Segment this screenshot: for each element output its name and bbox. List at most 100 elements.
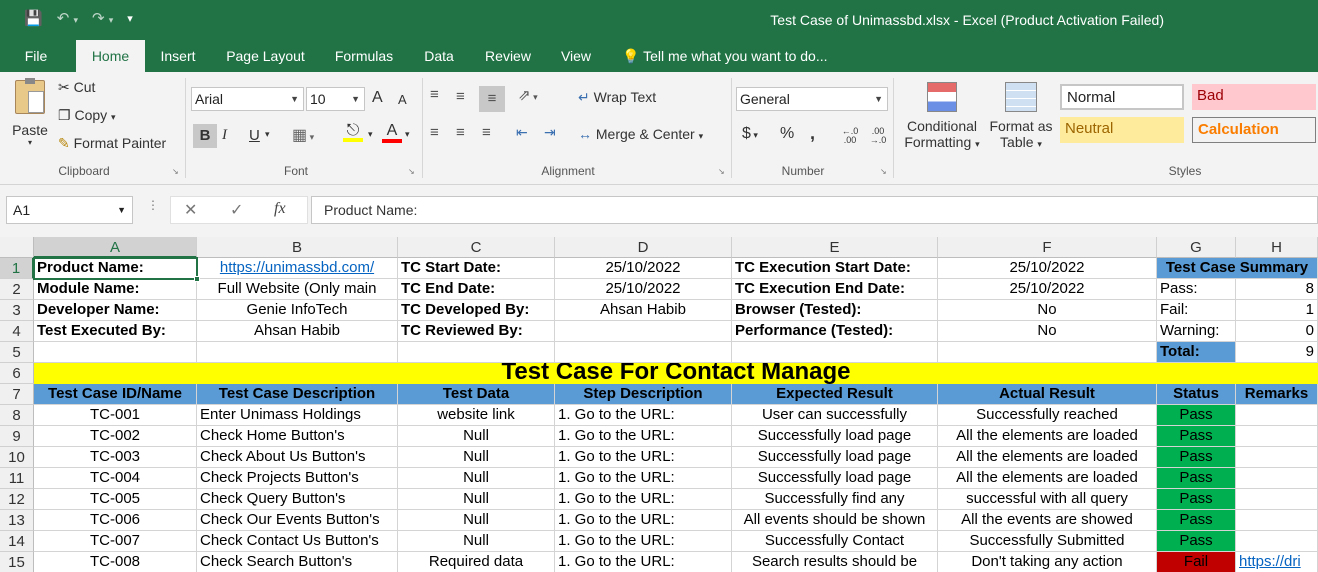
cell-c14[interactable]: Null — [398, 531, 555, 552]
number-format-select[interactable]: General ▼ — [736, 87, 888, 111]
cell-h15[interactable]: https://dri — [1236, 552, 1318, 572]
table-header-f[interactable]: Actual Result — [938, 384, 1157, 405]
cell-e10[interactable]: Successfully load page — [732, 447, 938, 468]
enter-icon[interactable]: ✓ — [230, 200, 243, 220]
cell-f2[interactable]: 25/10/2022 — [938, 279, 1157, 300]
row-header-3[interactable]: 3 — [0, 300, 34, 321]
copy-button[interactable]: ❐ Copy ▾ — [58, 107, 116, 124]
cell-f11[interactable]: All the elements are loaded — [938, 468, 1157, 489]
cell-a4[interactable]: Test Executed By: — [34, 321, 197, 342]
cell-c12[interactable]: Null — [398, 489, 555, 510]
wrap-text-button[interactable]: ↵ Wrap Text — [578, 89, 656, 106]
cell-f12[interactable]: successful with all query — [938, 489, 1157, 510]
cell-g10[interactable]: Pass — [1157, 447, 1236, 468]
tab-data[interactable]: Data — [416, 40, 462, 72]
borders-icon[interactable]: ▦ ▾ — [292, 125, 314, 145]
formula-input[interactable]: Product Name: — [311, 196, 1318, 224]
number-launcher-icon[interactable]: ↘ — [880, 167, 887, 176]
cell-h10[interactable] — [1236, 447, 1318, 468]
cell-f1[interactable]: 25/10/2022 — [938, 258, 1157, 279]
cell-e12[interactable]: Successfully find any — [732, 489, 938, 510]
cell-g8[interactable]: Pass — [1157, 405, 1236, 426]
cell-f8[interactable]: Successfully reached — [938, 405, 1157, 426]
decrease-indent-icon[interactable]: ⇤ — [516, 124, 528, 141]
cell-e4[interactable]: Performance (Tested): — [732, 321, 938, 342]
font-name-select[interactable]: Arial ▼ — [191, 87, 304, 111]
currency-button[interactable]: $ ▾ — [742, 125, 758, 143]
row-header-11[interactable]: 11 — [0, 468, 34, 489]
cell-b15[interactable]: Check Search Button's — [197, 552, 398, 572]
cell-h12[interactable] — [1236, 489, 1318, 510]
cell-g13[interactable]: Pass — [1157, 510, 1236, 531]
cell-c5[interactable] — [398, 342, 555, 363]
cell-a15[interactable]: TC-008 — [34, 552, 197, 572]
column-header-c[interactable]: C — [398, 237, 555, 258]
cell-c13[interactable]: Null — [398, 510, 555, 531]
cell-d9[interactable]: 1. Go to the URL: — [555, 426, 732, 447]
font-color-icon[interactable]: A — [382, 122, 402, 143]
cell-d5[interactable] — [555, 342, 732, 363]
cell-a5[interactable] — [34, 342, 197, 363]
cell-e3[interactable]: Browser (Tested): — [732, 300, 938, 321]
font-color-dropdown-icon[interactable]: ▾ — [405, 129, 410, 140]
comma-button[interactable]: , — [810, 123, 815, 144]
row-header-14[interactable]: 14 — [0, 531, 34, 552]
tab-file[interactable]: File — [14, 40, 58, 72]
cell-g14[interactable]: Pass — [1157, 531, 1236, 552]
tab-formulas[interactable]: Formulas — [326, 40, 402, 72]
cell-a13[interactable]: TC-006 — [34, 510, 197, 531]
cell-b11[interactable]: Check Projects Button's — [197, 468, 398, 489]
cell-b10[interactable]: Check About Us Button's — [197, 447, 398, 468]
shrink-font-button[interactable]: A — [398, 92, 407, 107]
format-as-table-button[interactable]: Format as Table ▾ — [986, 82, 1056, 150]
format-painter-button[interactable]: ✎ Format Painter — [58, 135, 166, 152]
table-header-b[interactable]: Test Case Description — [197, 384, 398, 405]
bold-button[interactable]: B — [193, 124, 217, 148]
cell-b4[interactable]: Ahsan Habib — [197, 321, 398, 342]
cell-c8[interactable]: website link — [398, 405, 555, 426]
total-label-cell[interactable]: Total: — [1157, 342, 1236, 363]
cell-d8[interactable]: 1. Go to the URL: — [555, 405, 732, 426]
fill-color-icon[interactable]: ⎋ — [343, 122, 363, 142]
cell-h13[interactable] — [1236, 510, 1318, 531]
cell-h2[interactable]: 8 — [1236, 279, 1318, 300]
column-header-a[interactable]: A — [34, 237, 197, 258]
cell-h11[interactable] — [1236, 468, 1318, 489]
increase-decimal-button[interactable]: ←.0 .00 — [838, 127, 862, 145]
cell-e5[interactable] — [732, 342, 938, 363]
cell-g2[interactable]: Pass: — [1157, 279, 1236, 300]
cell-a14[interactable]: TC-007 — [34, 531, 197, 552]
grow-font-button[interactable]: A — [372, 89, 383, 107]
cell-e1[interactable]: TC Execution Start Date: — [732, 258, 938, 279]
alignment-launcher-icon[interactable]: ↘ — [718, 167, 725, 176]
tell-me-box[interactable]: 💡 Tell me what you want to do... — [622, 40, 828, 72]
total-value-cell[interactable]: 9 — [1236, 342, 1318, 363]
cell-f13[interactable]: All the events are showed — [938, 510, 1157, 531]
align-left-icon[interactable]: ≡ — [430, 124, 439, 141]
cell-b1[interactable]: https://unimassbd.com/ — [197, 258, 398, 279]
table-header-d[interactable]: Step Description — [555, 384, 732, 405]
column-header-h[interactable]: H — [1236, 237, 1318, 258]
cell-d13[interactable]: 1. Go to the URL: — [555, 510, 732, 531]
tab-insert[interactable]: Insert — [152, 40, 204, 72]
style-neutral[interactable]: Neutral — [1060, 117, 1184, 143]
style-calculation[interactable]: Calculation — [1192, 117, 1316, 143]
select-all-button[interactable] — [0, 237, 34, 258]
table-header-c[interactable]: Test Data — [398, 384, 555, 405]
test-case-summary-header[interactable]: Test Case Summary — [1157, 258, 1318, 279]
row-header-2[interactable]: 2 — [0, 279, 34, 300]
column-header-b[interactable]: B — [197, 237, 398, 258]
cell-c11[interactable]: Null — [398, 468, 555, 489]
clipboard-launcher-icon[interactable]: ↘ — [172, 167, 179, 176]
cell-h14[interactable] — [1236, 531, 1318, 552]
cell-f4[interactable]: No — [938, 321, 1157, 342]
cell-c15[interactable]: Required data — [398, 552, 555, 572]
cell-d1[interactable]: 25/10/2022 — [555, 258, 732, 279]
row-header-6[interactable]: 6 — [0, 363, 34, 384]
cell-h9[interactable] — [1236, 426, 1318, 447]
tab-page-layout[interactable]: Page Layout — [218, 40, 313, 72]
cell-d10[interactable]: 1. Go to the URL: — [555, 447, 732, 468]
align-middle-icon[interactable]: ≡ — [456, 88, 465, 105]
cell-e13[interactable]: All events should be shown — [732, 510, 938, 531]
cell-c4[interactable]: TC Reviewed By: — [398, 321, 555, 342]
